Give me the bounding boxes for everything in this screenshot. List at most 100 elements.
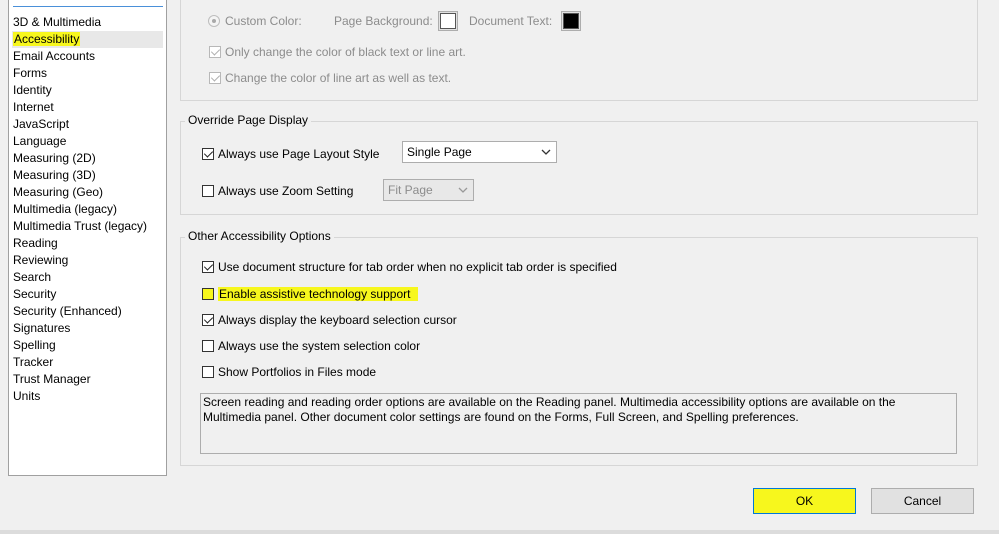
zoom-setting-select[interactable]: Fit Page [383, 179, 474, 201]
chevron-down-icon [541, 149, 551, 155]
ok-button-label: OK [795, 494, 814, 508]
sidebar-item-internet[interactable]: Internet [12, 99, 163, 116]
page-layout-select[interactable]: Single Page [402, 141, 557, 163]
document-text-swatch [563, 13, 579, 29]
preferences-category-list[interactable]: 3D & Multimedia Accessibility Email Acco… [8, 0, 167, 476]
sidebar-item-label: Tracker [13, 355, 54, 369]
system-selection-color-label: Always use the system selection color [218, 339, 421, 353]
only-change-black-label: Only change the color of black text or l… [225, 45, 466, 59]
cancel-button[interactable]: Cancel [871, 488, 974, 514]
sidebar-item-units[interactable]: Units [12, 388, 163, 405]
document-text-color-button[interactable] [561, 11, 581, 31]
custom-color-option[interactable]: Custom Color: [208, 13, 302, 29]
change-line-art-option[interactable]: Change the color of line art as well as … [209, 70, 451, 86]
only-change-black-checkbox[interactable] [209, 46, 221, 58]
sidebar-item-label: Language [13, 134, 67, 148]
sidebar-item-label: Signatures [13, 321, 71, 335]
sidebar-item-forms[interactable]: Forms [12, 65, 163, 82]
page-background-label: Page Background: [334, 14, 433, 28]
tab-order-label: Use document structure for tab order whe… [218, 260, 617, 274]
custom-color-radio[interactable] [208, 15, 220, 27]
sidebar-item-label: Multimedia Trust (legacy) [13, 219, 148, 233]
sidebar-item-label: Spelling [13, 338, 56, 352]
sidebar-item-language[interactable]: Language [12, 133, 163, 150]
sidebar-item-label: Reviewing [13, 253, 69, 267]
assistive-technology-checkbox[interactable] [202, 288, 214, 300]
window-bottom-edge [0, 530, 999, 534]
chevron-down-icon [458, 187, 468, 193]
sidebar-item-tracker[interactable]: Tracker [12, 354, 163, 371]
sidebar-item-label: Security [13, 287, 57, 301]
page-layout-option[interactable]: Always use Page Layout Style [202, 146, 379, 162]
sidebar-item-security[interactable]: Security [12, 286, 163, 303]
portfolios-files-mode-label: Show Portfolios in Files mode [218, 365, 377, 379]
sidebar-item-label: Trust Manager [13, 372, 91, 386]
change-line-art-label: Change the color of line art as well as … [225, 71, 452, 85]
sidebar-item-label: Accessibility [13, 32, 81, 46]
sidebar-item-label: Reading [13, 236, 58, 250]
change-line-art-checkbox[interactable] [209, 72, 221, 84]
page-layout-label: Always use Page Layout Style [218, 147, 380, 161]
sidebar-item-spelling[interactable]: Spelling [12, 337, 163, 354]
sidebar-item-label: JavaScript [13, 117, 70, 131]
document-text-label-row: Document Text: [469, 13, 552, 29]
sidebar-item-label: Internet [13, 100, 54, 114]
sidebar-item-accessibility[interactable]: Accessibility [12, 31, 163, 48]
sidebar-item-identity[interactable]: Identity [12, 82, 163, 99]
page-layout-checkbox[interactable] [202, 148, 214, 160]
portfolios-files-mode-checkbox[interactable] [202, 366, 214, 378]
page-layout-value: Single Page [407, 145, 472, 159]
list-top-border [13, 6, 163, 7]
keyboard-cursor-option[interactable]: Always display the keyboard selection cu… [202, 312, 457, 328]
zoom-setting-option[interactable]: Always use Zoom Setting [202, 183, 353, 199]
accessibility-info-text: Screen reading and reading order options… [200, 393, 957, 454]
page-background-swatch [440, 13, 456, 29]
cancel-button-label: Cancel [903, 494, 942, 508]
ok-button[interactable]: OK [753, 488, 856, 514]
sidebar-item-label: Measuring (Geo) [13, 185, 104, 199]
sidebar-item-label: Identity [13, 83, 52, 97]
assistive-technology-label: Enable assistive technology support [218, 287, 419, 301]
assistive-technology-option[interactable]: Enable assistive technology support [202, 286, 419, 302]
keyboard-cursor-label: Always display the keyboard selection cu… [218, 313, 457, 327]
sidebar-item-label: Search [13, 270, 52, 284]
sidebar-item-signatures[interactable]: Signatures [12, 320, 163, 337]
sidebar-item-label: Multimedia (legacy) [13, 202, 118, 216]
sidebar-item-measuring-geo[interactable]: Measuring (Geo) [12, 184, 163, 201]
override-page-display-legend: Override Page Display [185, 113, 312, 127]
page-background-color-button[interactable] [438, 11, 458, 31]
system-selection-color-checkbox[interactable] [202, 340, 214, 352]
system-selection-color-option[interactable]: Always use the system selection color [202, 338, 420, 354]
zoom-setting-label: Always use Zoom Setting [218, 184, 354, 198]
page-background-label-row: Page Background: [334, 13, 433, 29]
sidebar-item-javascript[interactable]: JavaScript [12, 116, 163, 133]
sidebar-item-search[interactable]: Search [12, 269, 163, 286]
tab-order-checkbox[interactable] [202, 261, 214, 273]
document-text-label: Document Text: [469, 14, 553, 28]
custom-color-label: Custom Color: [225, 14, 302, 28]
sidebar-item-multimedia-legacy[interactable]: Multimedia (legacy) [12, 201, 163, 218]
sidebar-item-label: Measuring (3D) [13, 168, 96, 182]
sidebar-item-3d-multimedia[interactable]: 3D & Multimedia [12, 14, 163, 31]
sidebar-item-label: Forms [13, 66, 47, 80]
override-page-display-group [180, 121, 978, 215]
sidebar-item-email-accounts[interactable]: Email Accounts [12, 48, 163, 65]
zoom-setting-checkbox[interactable] [202, 185, 214, 197]
sidebar-item-measuring-2d[interactable]: Measuring (2D) [12, 150, 163, 167]
sidebar-item-label: Units [13, 389, 41, 403]
sidebar-item-reading[interactable]: Reading [12, 235, 163, 252]
portfolios-files-mode-option[interactable]: Show Portfolios in Files mode [202, 364, 376, 380]
sidebar-item-trust-manager[interactable]: Trust Manager [12, 371, 163, 388]
sidebar-item-measuring-3d[interactable]: Measuring (3D) [12, 167, 163, 184]
sidebar-item-label: Email Accounts [13, 49, 96, 63]
tab-order-option[interactable]: Use document structure for tab order whe… [202, 259, 617, 275]
keyboard-cursor-checkbox[interactable] [202, 314, 214, 326]
sidebar-item-label: Measuring (2D) [13, 151, 96, 165]
zoom-setting-value: Fit Page [388, 183, 433, 197]
sidebar-item-label: Security (Enhanced) [13, 304, 122, 318]
sidebar-item-security-enhanced[interactable]: Security (Enhanced) [12, 303, 163, 320]
sidebar-item-reviewing[interactable]: Reviewing [12, 252, 163, 269]
sidebar-item-multimedia-trust-legacy[interactable]: Multimedia Trust (legacy) [12, 218, 163, 235]
other-accessibility-options-legend: Other Accessibility Options [185, 229, 334, 243]
only-change-black-option[interactable]: Only change the color of black text or l… [209, 44, 466, 60]
